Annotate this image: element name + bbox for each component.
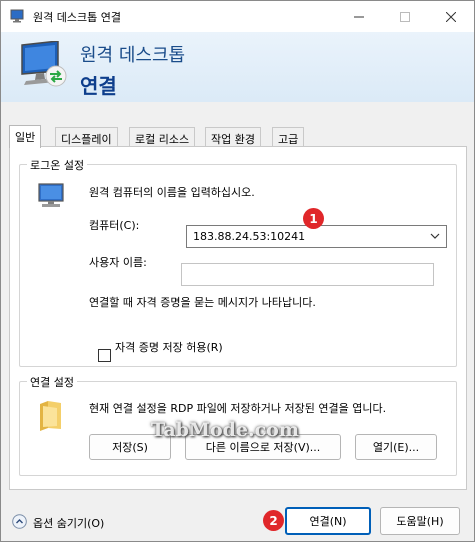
tab-experience[interactable]: 작업 환경: [205, 127, 261, 147]
username-label: 사용자 이름:: [89, 256, 147, 269]
computer-icon: [38, 183, 64, 207]
header-banner: 원격 데스크톱 연결: [1, 32, 474, 102]
close-icon: [446, 11, 456, 22]
watermark: TabMode.com: [151, 419, 299, 441]
tab-general[interactable]: 일반: [9, 125, 42, 148]
monitor-connection-icon: [21, 41, 67, 87]
tab-advanced[interactable]: 고급: [272, 127, 305, 147]
remote-desktop-window: 원격 데스크톱 연결 원격 데스크톱 연결 일반 디스플레이 로컬 리소스 작업…: [0, 0, 475, 542]
logon-settings-group: 로그온 설정 원격 컴퓨터의 이름을 입력하십시오. 컴퓨터(C): 183.8…: [19, 157, 457, 367]
computer-name-prompt: 원격 컴퓨터의 이름을 입력하십시오.: [89, 186, 255, 199]
banner-title-line1: 원격 데스크톱: [80, 45, 186, 66]
connection-description: 현재 연결 설정을 RDP 파일에 저장하거나 저장된 연결을 엽니다.: [89, 402, 387, 415]
connect-button[interactable]: 연결(N): [285, 507, 371, 535]
chevron-up-circle-icon[interactable]: [12, 514, 27, 529]
tab-local-resources[interactable]: 로컬 리소스: [129, 127, 196, 147]
credentials-note: 연결할 때 자격 증명을 묻는 메시지가 나타납니다.: [89, 296, 316, 309]
annotation-badge-1: 1: [303, 208, 324, 229]
computer-value: 183.88.24.53:10241: [193, 230, 306, 243]
open-button[interactable]: 열기(E)...: [355, 434, 437, 460]
annotation-badge-2: 2: [263, 510, 284, 531]
chevron-down-icon: [430, 233, 440, 239]
username-input[interactable]: [181, 263, 434, 286]
logon-settings-legend: 로그온 설정: [27, 157, 88, 173]
banner-title-line2: 연결: [80, 74, 117, 98]
hide-options-label[interactable]: 옵션 숨기기(O): [33, 515, 104, 531]
connection-settings-legend: 연결 설정: [27, 374, 77, 390]
maximize-icon: [400, 11, 410, 22]
footer: 옵션 숨기기(O) 2 연결(N) 도움말(H): [1, 496, 474, 541]
minimize-button[interactable]: [336, 1, 382, 32]
maximize-button[interactable]: [382, 1, 428, 32]
remote-desktop-icon: [10, 9, 24, 23]
folder-icon: [40, 401, 61, 431]
save-credentials-label[interactable]: 자격 증명 저장 허용(R): [115, 339, 223, 355]
window-title: 원격 데스크톱 연결: [33, 11, 121, 24]
save-credentials-checkbox[interactable]: [98, 349, 111, 362]
title-bar: 원격 데스크톱 연결: [1, 1, 474, 32]
computer-label: 컴퓨터(C):: [89, 219, 140, 232]
help-button[interactable]: 도움말(H): [380, 507, 460, 535]
tab-display[interactable]: 디스플레이: [55, 127, 118, 147]
close-button[interactable]: [428, 1, 474, 32]
minimize-icon: [354, 16, 364, 17]
